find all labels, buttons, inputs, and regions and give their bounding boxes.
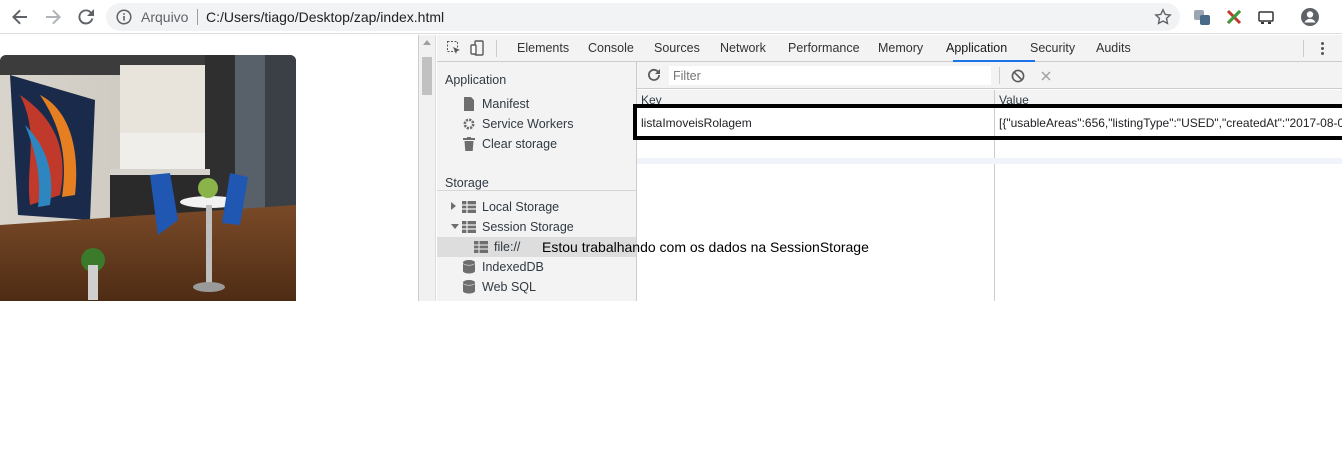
sidebar-item-file-origin[interactable]: file://: [474, 237, 520, 257]
database-icon: [462, 260, 476, 274]
storage-view: Key Value listaImoveisRolagem [{"usableA…: [633, 62, 1342, 301]
page-scrollbar[interactable]: [419, 35, 436, 301]
tabbar-divider: [496, 40, 497, 57]
reload-icon: [78, 9, 94, 25]
inspect-element-icon[interactable]: [446, 40, 462, 56]
tab-sources[interactable]: Sources: [654, 35, 700, 62]
devtools-tabbar: Elements Console Sources Network Perform…: [437, 35, 1342, 62]
address-divider: [197, 9, 198, 25]
tab-memory[interactable]: Memory: [878, 35, 923, 62]
trash-icon: [462, 137, 476, 151]
empty-row-stripe: [637, 158, 1342, 164]
extension-cast-icon[interactable]: [1256, 7, 1276, 27]
sidebar-item-label: Service Workers: [482, 117, 574, 131]
sidebar-item-session-storage[interactable]: Session Storage: [462, 217, 574, 237]
sidebar-item-label: Session Storage: [482, 220, 574, 234]
annotation-text: Estou trabalhando com os dados na Sessio…: [542, 239, 869, 255]
tab-security[interactable]: Security: [1030, 35, 1075, 62]
address-bar[interactable]: Arquivo C:/Users/tiago/Desktop/zap/index…: [106, 3, 1180, 31]
sidebar-item-manifest[interactable]: Manifest: [462, 94, 529, 114]
sidebar-divider: [437, 190, 636, 191]
back-button[interactable]: [9, 6, 31, 28]
grid-icon: [462, 200, 476, 214]
profile-avatar-icon[interactable]: [1300, 7, 1320, 27]
tab-console[interactable]: Console: [588, 35, 634, 62]
tab-audits[interactable]: Audits: [1096, 35, 1131, 62]
arrow-right-icon: [46, 9, 61, 25]
arrow-left-icon: [12, 9, 27, 25]
tab-application[interactable]: Application: [946, 35, 1007, 62]
row-highlight-box: [633, 104, 1342, 140]
expand-local-storage-icon[interactable]: [451, 202, 456, 210]
document-icon: [462, 97, 476, 111]
url-text[interactable]: C:/Users/tiago/Desktop/zap/index.html: [206, 9, 444, 25]
sidebar-item-service-workers[interactable]: Service Workers: [462, 114, 573, 134]
extension-tool-icon[interactable]: [1224, 7, 1244, 27]
sidebar-item-label: Local Storage: [482, 200, 560, 214]
reload-button[interactable]: [75, 6, 97, 28]
sidebar-item-label: IndexedDB: [482, 260, 544, 274]
security-label: Arquivo: [141, 9, 189, 25]
grid-icon: [462, 220, 476, 234]
sidebar-item-label: file://: [494, 240, 521, 254]
forward-button[interactable]: [42, 6, 64, 28]
device-toolbar-icon[interactable]: [470, 40, 486, 56]
filter-input[interactable]: [669, 66, 991, 85]
tab-performance[interactable]: Performance: [788, 35, 860, 62]
section-storage: Storage: [445, 176, 489, 190]
application-sidebar: Application Manifest Service Workers Cle…: [437, 62, 637, 301]
sidebar-item-label: Web SQL: [482, 280, 536, 294]
tabbar-divider-right: [1303, 40, 1304, 57]
tab-elements[interactable]: Elements: [517, 35, 569, 62]
sidebar-item-web-sql[interactable]: Web SQL: [462, 277, 536, 297]
scrollbar-thumb[interactable]: [422, 57, 432, 95]
storage-toolbar: [637, 62, 1342, 89]
tab-network[interactable]: Network: [720, 35, 766, 62]
info-icon[interactable]: [116, 9, 132, 30]
collapse-session-storage-icon[interactable]: [451, 224, 459, 229]
delete-selected-icon[interactable]: [1040, 69, 1052, 87]
scroll-up-icon[interactable]: [423, 40, 431, 45]
grid-icon: [474, 240, 488, 254]
sidebar-item-clear-storage[interactable]: Clear storage: [462, 134, 557, 154]
bookmark-star-icon[interactable]: [1154, 8, 1172, 31]
refresh-icon[interactable]: [647, 68, 661, 87]
toolbar-divider: [999, 67, 1000, 84]
sidebar-item-label: Clear storage: [482, 137, 558, 151]
gear-icon: [462, 117, 476, 131]
devtools-panel: Elements Console Sources Network Perform…: [418, 35, 1342, 301]
devtools-menu-icon[interactable]: [1321, 42, 1324, 55]
sidebar-item-indexeddb[interactable]: IndexedDB: [462, 257, 544, 277]
clear-all-icon[interactable]: [1011, 69, 1025, 88]
kitchen-photo: [0, 55, 296, 301]
section-application: Application: [445, 73, 507, 87]
extension-translate-icon[interactable]: [1192, 7, 1212, 27]
sidebar-item-label: Manifest: [482, 97, 530, 111]
sidebar-item-local-storage[interactable]: Local Storage: [462, 197, 559, 217]
database-icon: [462, 280, 476, 294]
browser-toolbar: Arquivo C:/Users/tiago/Desktop/zap/index…: [0, 0, 1342, 34]
